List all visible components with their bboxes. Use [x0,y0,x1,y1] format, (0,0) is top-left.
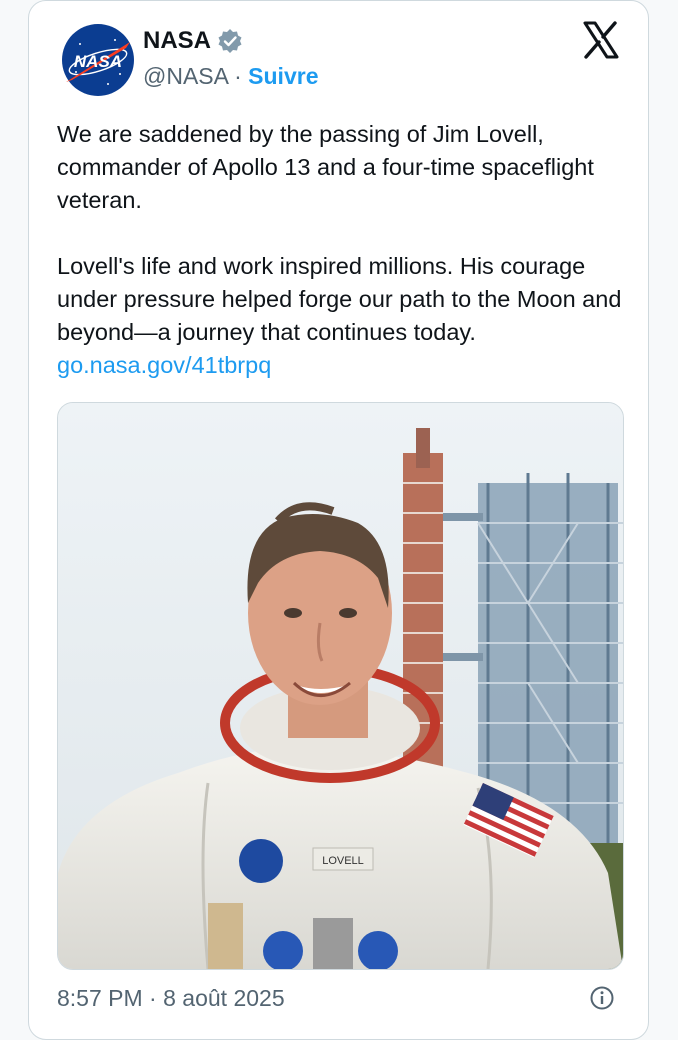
author-name-row[interactable]: NASA [143,27,243,55]
tweet-paragraph-2-text: Lovell's life and work inspired millions… [57,253,622,345]
timestamp-separator: · [142,985,164,1011]
tweet-card: NASA NASA @NASA · Suivre We are saddened… [28,0,649,1040]
nasa-logo-text: NASA [74,52,122,71]
author-name[interactable]: NASA [143,27,211,55]
handle-separator: · [227,63,249,89]
verified-badge-icon [218,29,242,53]
author-handle-line: @NASA · Suivre [143,62,319,90]
tweet-paragraph-1: We are saddened by the passing of Jim Lo… [57,121,594,213]
tweet-timestamp[interactable]: 8:57 PM · 8 août 2025 [57,984,285,1012]
suit-nametag: LOVELL [322,855,364,867]
author-handle[interactable]: @NASA [143,63,228,89]
avatar[interactable]: NASA [60,22,136,98]
tweet-date[interactable]: 8 août 2025 [163,985,285,1011]
tweet-paragraph-2: Lovell's life and work inspired millions… [57,250,623,382]
x-logo-icon[interactable] [582,21,620,59]
astronaut-photo: LOVELL [58,403,623,969]
follow-button[interactable]: Suivre [248,63,318,89]
tweet-photo[interactable]: LOVELL [57,402,624,970]
tweet-time[interactable]: 8:57 PM [57,985,143,1011]
tweet-text: We are saddened by the passing of Jim Lo… [57,118,623,415]
tweet-link[interactable]: go.nasa.gov/41tbrpq [57,352,271,378]
info-icon[interactable] [589,985,615,1011]
